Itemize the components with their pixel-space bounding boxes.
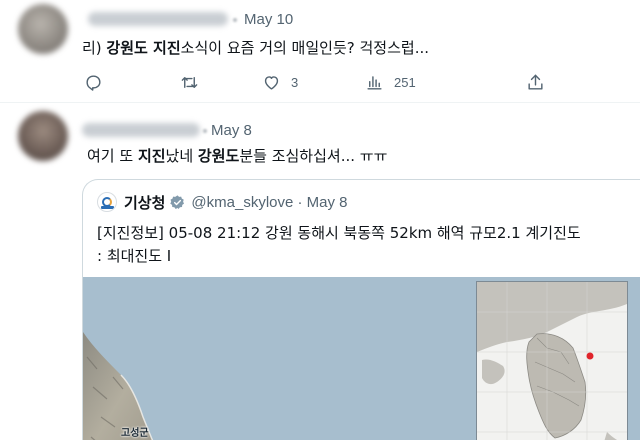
share-icon [528, 74, 543, 90]
quoted-tweet-header: 기상청 @kma_skylove · May 8 [97, 191, 348, 213]
tweet-text: 여기 또 지진났네 강원도분들 조심하십셔... ㅠㅠ [87, 147, 388, 165]
share-button[interactable] [526, 70, 545, 94]
highlight-keyword: 강원도 지진 [106, 39, 181, 57]
views-icon [367, 75, 382, 90]
like-count: 3 [291, 74, 299, 90]
tweet-text: 리) 강원도 지진소식이 요즘 거의 매일인듯? 걱정스럽... [82, 39, 429, 57]
highlight-keyword: 강원도 [197, 147, 240, 165]
verified-badge-icon [170, 194, 185, 209]
tweet[interactable]: May 10 리) 강원도 지진소식이 요즘 거의 매일인듯? 걱정스럽... … [0, 0, 640, 103]
quoted-text-line: : 최대진도 Ⅰ [97, 247, 172, 265]
tweet-date[interactable]: May 8 [211, 122, 252, 139]
quoted-text-line: [지진정보] 05-08 21:12 강원 동해시 북동쪽 52km 해역 규모… [97, 224, 581, 242]
quoted-handle-date: @kma_skylove · May 8 [191, 193, 348, 211]
view-count: 251 [394, 74, 416, 90]
korea-inset-map [476, 281, 628, 440]
tweet-actions: 3 251 [82, 70, 552, 94]
earthquake-map-image[interactable]: 고성군 [83, 277, 640, 440]
separator-dot [233, 18, 237, 22]
author-name-blurred[interactable] [82, 123, 200, 137]
quoted-tweet[interactable]: 기상청 @kma_skylove · May 8 [지진정보] 05-08 21… [82, 179, 640, 440]
inset-map-graphic [477, 282, 627, 440]
quoted-author-name[interactable]: 기상청 [124, 192, 165, 213]
retweet-button[interactable] [180, 70, 209, 94]
separator-dot [203, 129, 207, 133]
epicenter-marker [586, 352, 594, 360]
avatar[interactable] [18, 4, 68, 54]
kma-logo-avatar[interactable] [97, 192, 117, 212]
avatar[interactable] [18, 111, 68, 161]
retweet-icon [181, 76, 198, 88]
like-icon [264, 75, 279, 90]
like-button[interactable]: 3 [262, 70, 298, 94]
highlight-keyword: 지진 [137, 147, 166, 165]
reply-icon [86, 74, 101, 91]
author-name-blurred[interactable] [88, 12, 228, 26]
views-button[interactable]: 251 [365, 70, 416, 94]
tweet-date[interactable]: May 10 [244, 11, 293, 28]
map-place-label: 고성군 [121, 428, 149, 439]
reply-button[interactable] [84, 70, 113, 94]
tweet[interactable]: May 8 여기 또 지진났네 강원도분들 조심하십셔... ㅠㅠ 기상청 @k… [0, 103, 640, 440]
